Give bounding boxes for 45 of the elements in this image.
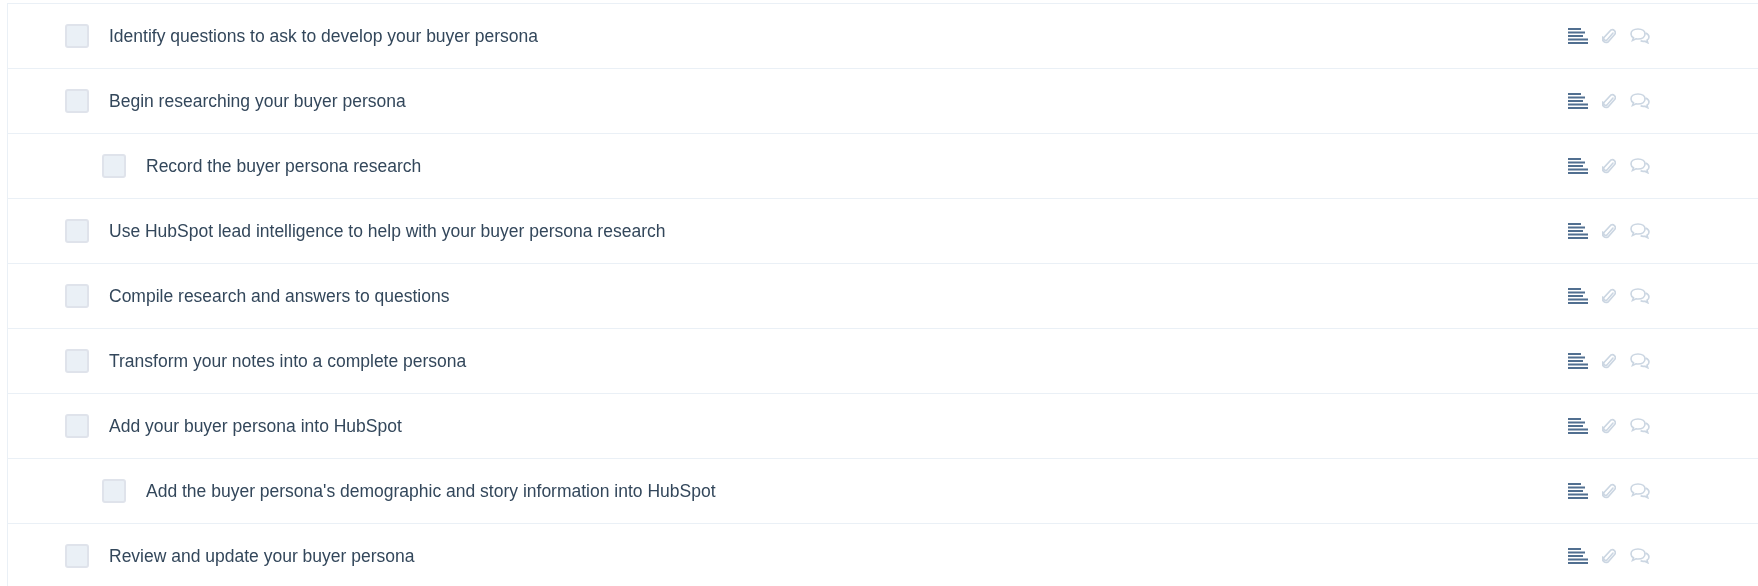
description-lines-icon[interactable]: [1568, 548, 1588, 564]
task-title: Add your buyer persona into HubSpot: [109, 414, 402, 438]
description-lines-icon[interactable]: [1568, 418, 1588, 434]
paperclip-icon[interactable]: [1602, 547, 1616, 565]
chat-bubbles-icon[interactable]: [1630, 93, 1650, 109]
paperclip-icon[interactable]: [1602, 27, 1616, 45]
checkbox[interactable]: [65, 284, 89, 308]
chat-bubbles-icon[interactable]: [1630, 418, 1650, 434]
description-lines-icon[interactable]: [1568, 158, 1588, 174]
task-title: Compile research and answers to questions: [109, 284, 450, 308]
checkbox[interactable]: [65, 24, 89, 48]
chat-bubbles-icon[interactable]: [1630, 288, 1650, 304]
task-title: Add the buyer persona's demographic and story information into HubSpot: [146, 479, 716, 503]
chat-bubbles-icon[interactable]: [1630, 353, 1650, 369]
task-title: Review and update your buyer persona: [109, 544, 415, 568]
paperclip-icon[interactable]: [1602, 92, 1616, 110]
description-lines-icon[interactable]: [1568, 288, 1588, 304]
paperclip-icon[interactable]: [1602, 482, 1616, 500]
chat-bubbles-icon[interactable]: [1630, 158, 1650, 174]
description-lines-icon[interactable]: [1568, 93, 1588, 109]
paperclip-icon[interactable]: [1602, 352, 1616, 370]
chat-bubbles-icon[interactable]: [1630, 548, 1650, 564]
checkbox[interactable]: [65, 414, 89, 438]
description-lines-icon[interactable]: [1568, 483, 1588, 499]
task-title: Transform your notes into a complete persona: [109, 349, 467, 373]
paperclip-icon[interactable]: [1602, 287, 1616, 305]
task-title: Use HubSpot lead intelligence to help with your buyer persona research: [109, 219, 666, 243]
description-lines-icon[interactable]: [1568, 223, 1588, 239]
checkbox[interactable]: [65, 89, 89, 113]
paperclip-icon[interactable]: [1602, 222, 1616, 240]
checkbox[interactable]: [65, 349, 89, 373]
chat-bubbles-icon[interactable]: [1630, 28, 1650, 44]
chat-bubbles-icon[interactable]: [1630, 483, 1650, 499]
checkbox[interactable]: [65, 544, 89, 568]
description-lines-icon[interactable]: [1568, 353, 1588, 369]
task-title: Begin researching your buyer persona: [109, 89, 406, 113]
task-title: Identify questions to ask to develop your buyer persona: [109, 24, 538, 48]
checkbox[interactable]: [102, 154, 126, 178]
task-title: Record the buyer persona research: [146, 154, 422, 178]
checkbox[interactable]: [65, 219, 89, 243]
paperclip-icon[interactable]: [1602, 157, 1616, 175]
checkbox[interactable]: [102, 479, 126, 503]
chat-bubbles-icon[interactable]: [1630, 223, 1650, 239]
paperclip-icon[interactable]: [1602, 417, 1616, 435]
description-lines-icon[interactable]: [1568, 28, 1588, 44]
